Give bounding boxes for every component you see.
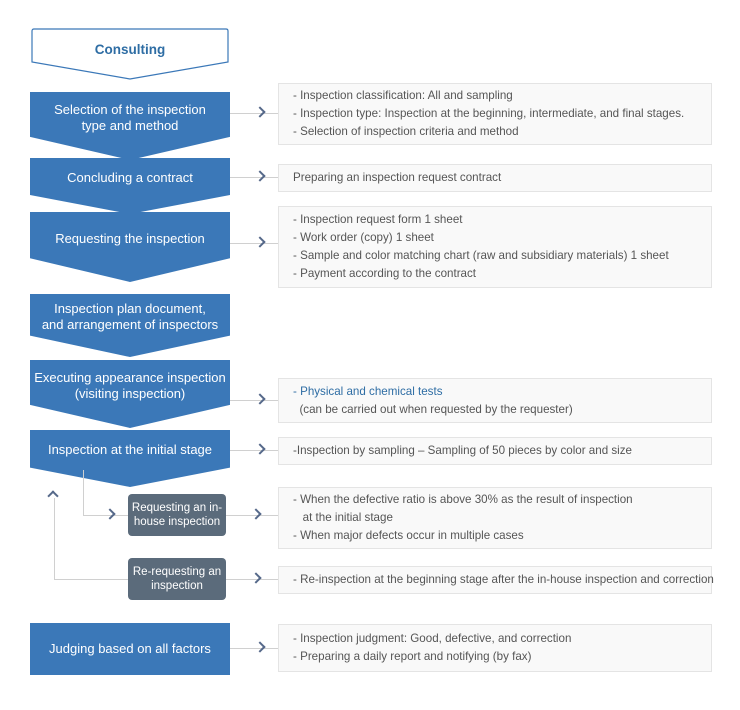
note-line: - Re-inspection at the beginning stage a… [293,573,714,586]
note-line: (can be carried out when requested by th… [293,402,573,416]
arrow-in-house-note-icon [252,508,261,522]
process-initial[interactable]: Inspection at the initial stage [30,430,230,487]
subprocess-re-requesting-label-group: Re-requesting an inspection [128,565,226,593]
note-line: - Sample and color matching chart (raw a… [293,249,669,262]
process-judging-label-group: Judging based on all factors [49,641,211,657]
connector-return-left [54,579,128,580]
note-appearance: - Physical and chemical tests (can be ca… [278,378,712,423]
note-line: - Inspection request form 1 sheet [293,213,463,226]
connector-judging [230,648,278,649]
process-contract-label-group: Concluding a contract [67,170,193,186]
process-judging[interactable]: Judging based on all factors [30,623,230,675]
process-judging-label-line1: Judging based on all factors [49,641,211,656]
process-selection[interactable]: Selection of the inspection type and met… [30,92,230,160]
process-contract[interactable]: Concluding a contract [30,158,230,214]
note-line: - Inspection judgment: Good, defective, … [293,632,572,645]
arrow-in-house-icon [106,508,115,522]
arrow-appearance-icon [256,393,265,407]
process-initial-label-group: Inspection at the initial stage [48,442,212,458]
process-selection-label-line1: Selection of the inspection [54,101,206,117]
note-line: - Preparing a daily report and notifying… [293,650,532,663]
note-line: - Payment according to the contract [293,267,477,280]
connector-contract [230,177,278,178]
note-contract: Preparing an inspection request contract [278,164,712,192]
arrow-selection-icon [256,106,265,120]
process-appearance-label-line1: Executing appearance inspection [34,369,226,385]
note-line: - Inspection classification: All and sam… [293,89,513,102]
process-plan-label-line2: and arrangement of inspectors [41,317,219,332]
arrow-requesting-icon [256,236,265,250]
connector-initial [230,450,278,451]
note-in-house: - When the defective ratio is above 30% … [278,487,712,549]
process-requesting[interactable]: Requesting the inspection [30,212,230,282]
note-line: - Work order (copy) 1 sheet [293,231,434,244]
note-line: at the initial stage [293,511,393,524]
note-line: - Selection of inspection criteria and m… [293,125,519,138]
note-judging: - Inspection judgment: Good, defective, … [278,624,712,672]
process-requesting-label-line1: Requesting the inspection [55,230,205,246]
process-plan[interactable]: Inspection plan document, and arrangemen… [30,294,230,357]
note-line-accent: - Physical and chemical tests [293,384,443,398]
note-line: - When the defective ratio is above 30% … [293,493,633,506]
connector-appearance [230,400,278,401]
arrow-contract-icon [256,170,265,184]
process-consulting-label: Consulting [94,42,166,57]
note-line: -Inspection by sampling – Sampling of 50… [293,444,632,457]
process-selection-label-line2: type and method [81,117,179,133]
note-re-requesting: - Re-inspection at the beginning stage a… [278,566,714,594]
process-appearance-label-line2: (visiting inspection) [74,385,186,401]
note-requesting: - Inspection request form 1 sheet - Work… [278,206,712,288]
arrow-initial-icon [256,443,265,457]
subprocess-in-house-label-line1: Requesting an [131,502,207,514]
subprocess-re-requesting[interactable]: Re-requesting an inspection [128,558,226,600]
note-line: - When major defects occur in multiple c… [293,529,524,542]
process-plan-label-group: Inspection plan document, and arrangemen… [42,301,218,333]
note-selection: - Inspection classification: All and sam… [278,83,712,145]
process-requesting-label-group: Requesting the inspection [55,231,205,247]
process-consulting[interactable]: Consulting [30,28,230,80]
process-appearance-label-group: Executing appearance inspection (visitin… [34,370,226,402]
note-line: - Inspection type: Inspection at the beg… [293,107,685,120]
connector-branch-down [83,470,84,515]
process-appearance[interactable]: Executing appearance inspection (visitin… [30,360,230,428]
connector-requesting [230,243,278,244]
process-plan-label-line1: Inspection plan document, [54,301,206,316]
subprocess-in-house-label-group: Requesting an in-house inspection [128,501,226,529]
note-initial: -Inspection by sampling – Sampling of 50… [278,437,712,465]
flowchart-canvas: Consulting Selection of the inspection t… [0,0,740,710]
arrow-re-requesting-note-icon [252,572,261,586]
arrow-return-up-icon [47,490,61,499]
subprocess-re-requesting-label-line1: Re-requesting [132,566,206,578]
connector-return-up [54,498,55,579]
subprocess-in-house[interactable]: Requesting an in-house inspection [128,494,226,536]
process-contract-label-line1: Concluding a contract [67,169,193,185]
connector-selection [230,113,278,114]
arrow-judging-icon [256,641,265,655]
note-line: Preparing an inspection request contract [293,171,502,184]
process-initial-label-line1: Inspection at the initial stage [47,442,213,457]
process-selection-label-group: Selection of the inspection type and met… [54,102,206,134]
